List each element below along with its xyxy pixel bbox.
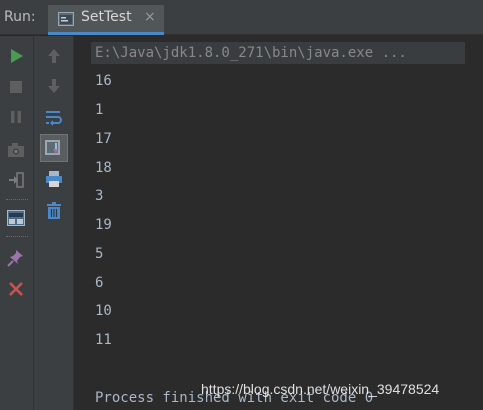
console-output[interactable]: E:\Java\jdk1.8.0_271\bin\java.exe ... 16… bbox=[74, 36, 483, 410]
console-line: 18 bbox=[95, 160, 112, 176]
exit-icon[interactable] bbox=[6, 170, 26, 190]
print-icon[interactable] bbox=[44, 169, 64, 189]
tab-close-icon[interactable]: × bbox=[144, 9, 156, 25]
soft-wrap-icon[interactable] bbox=[44, 107, 64, 127]
tab-settest[interactable]: SetTest × bbox=[48, 5, 164, 35]
console-line: 5 bbox=[95, 246, 104, 262]
toolbar-separator bbox=[6, 236, 28, 237]
pin-icon[interactable] bbox=[6, 248, 26, 268]
console-line: 10 bbox=[95, 303, 112, 319]
camera-icon[interactable] bbox=[6, 140, 26, 160]
run-toolbar-primary bbox=[0, 36, 34, 410]
run-toolbar-secondary bbox=[34, 36, 74, 410]
console-command-line: E:\Java\jdk1.8.0_271\bin\java.exe ... bbox=[91, 42, 465, 64]
console-line: 16 bbox=[95, 73, 112, 89]
run-tool-header: Run: SetTest × bbox=[0, 0, 483, 35]
stop-icon[interactable] bbox=[6, 77, 26, 97]
down-arrow-icon[interactable] bbox=[44, 76, 64, 96]
pause-icon[interactable] bbox=[6, 107, 26, 127]
console-line: 1 bbox=[95, 102, 104, 118]
layout-icon[interactable] bbox=[6, 208, 26, 228]
trash-icon[interactable] bbox=[44, 201, 64, 221]
console-line: 3 bbox=[95, 188, 104, 204]
toolbar-separator bbox=[6, 199, 28, 200]
watermark-text: https://blog.csdn.net/weixin_39478524 bbox=[201, 381, 440, 397]
up-arrow-icon[interactable] bbox=[44, 46, 64, 66]
console-line: 6 bbox=[95, 275, 104, 291]
console-tab-icon bbox=[58, 11, 74, 26]
tab-label: SetTest bbox=[81, 9, 132, 25]
run-icon[interactable] bbox=[6, 46, 26, 66]
run-label: Run: bbox=[4, 9, 36, 25]
console-line: 19 bbox=[95, 217, 112, 233]
console-line: 11 bbox=[95, 332, 112, 348]
close-icon[interactable] bbox=[6, 279, 26, 299]
console-line: 17 bbox=[95, 131, 112, 147]
scroll-to-end-icon[interactable] bbox=[40, 134, 68, 162]
